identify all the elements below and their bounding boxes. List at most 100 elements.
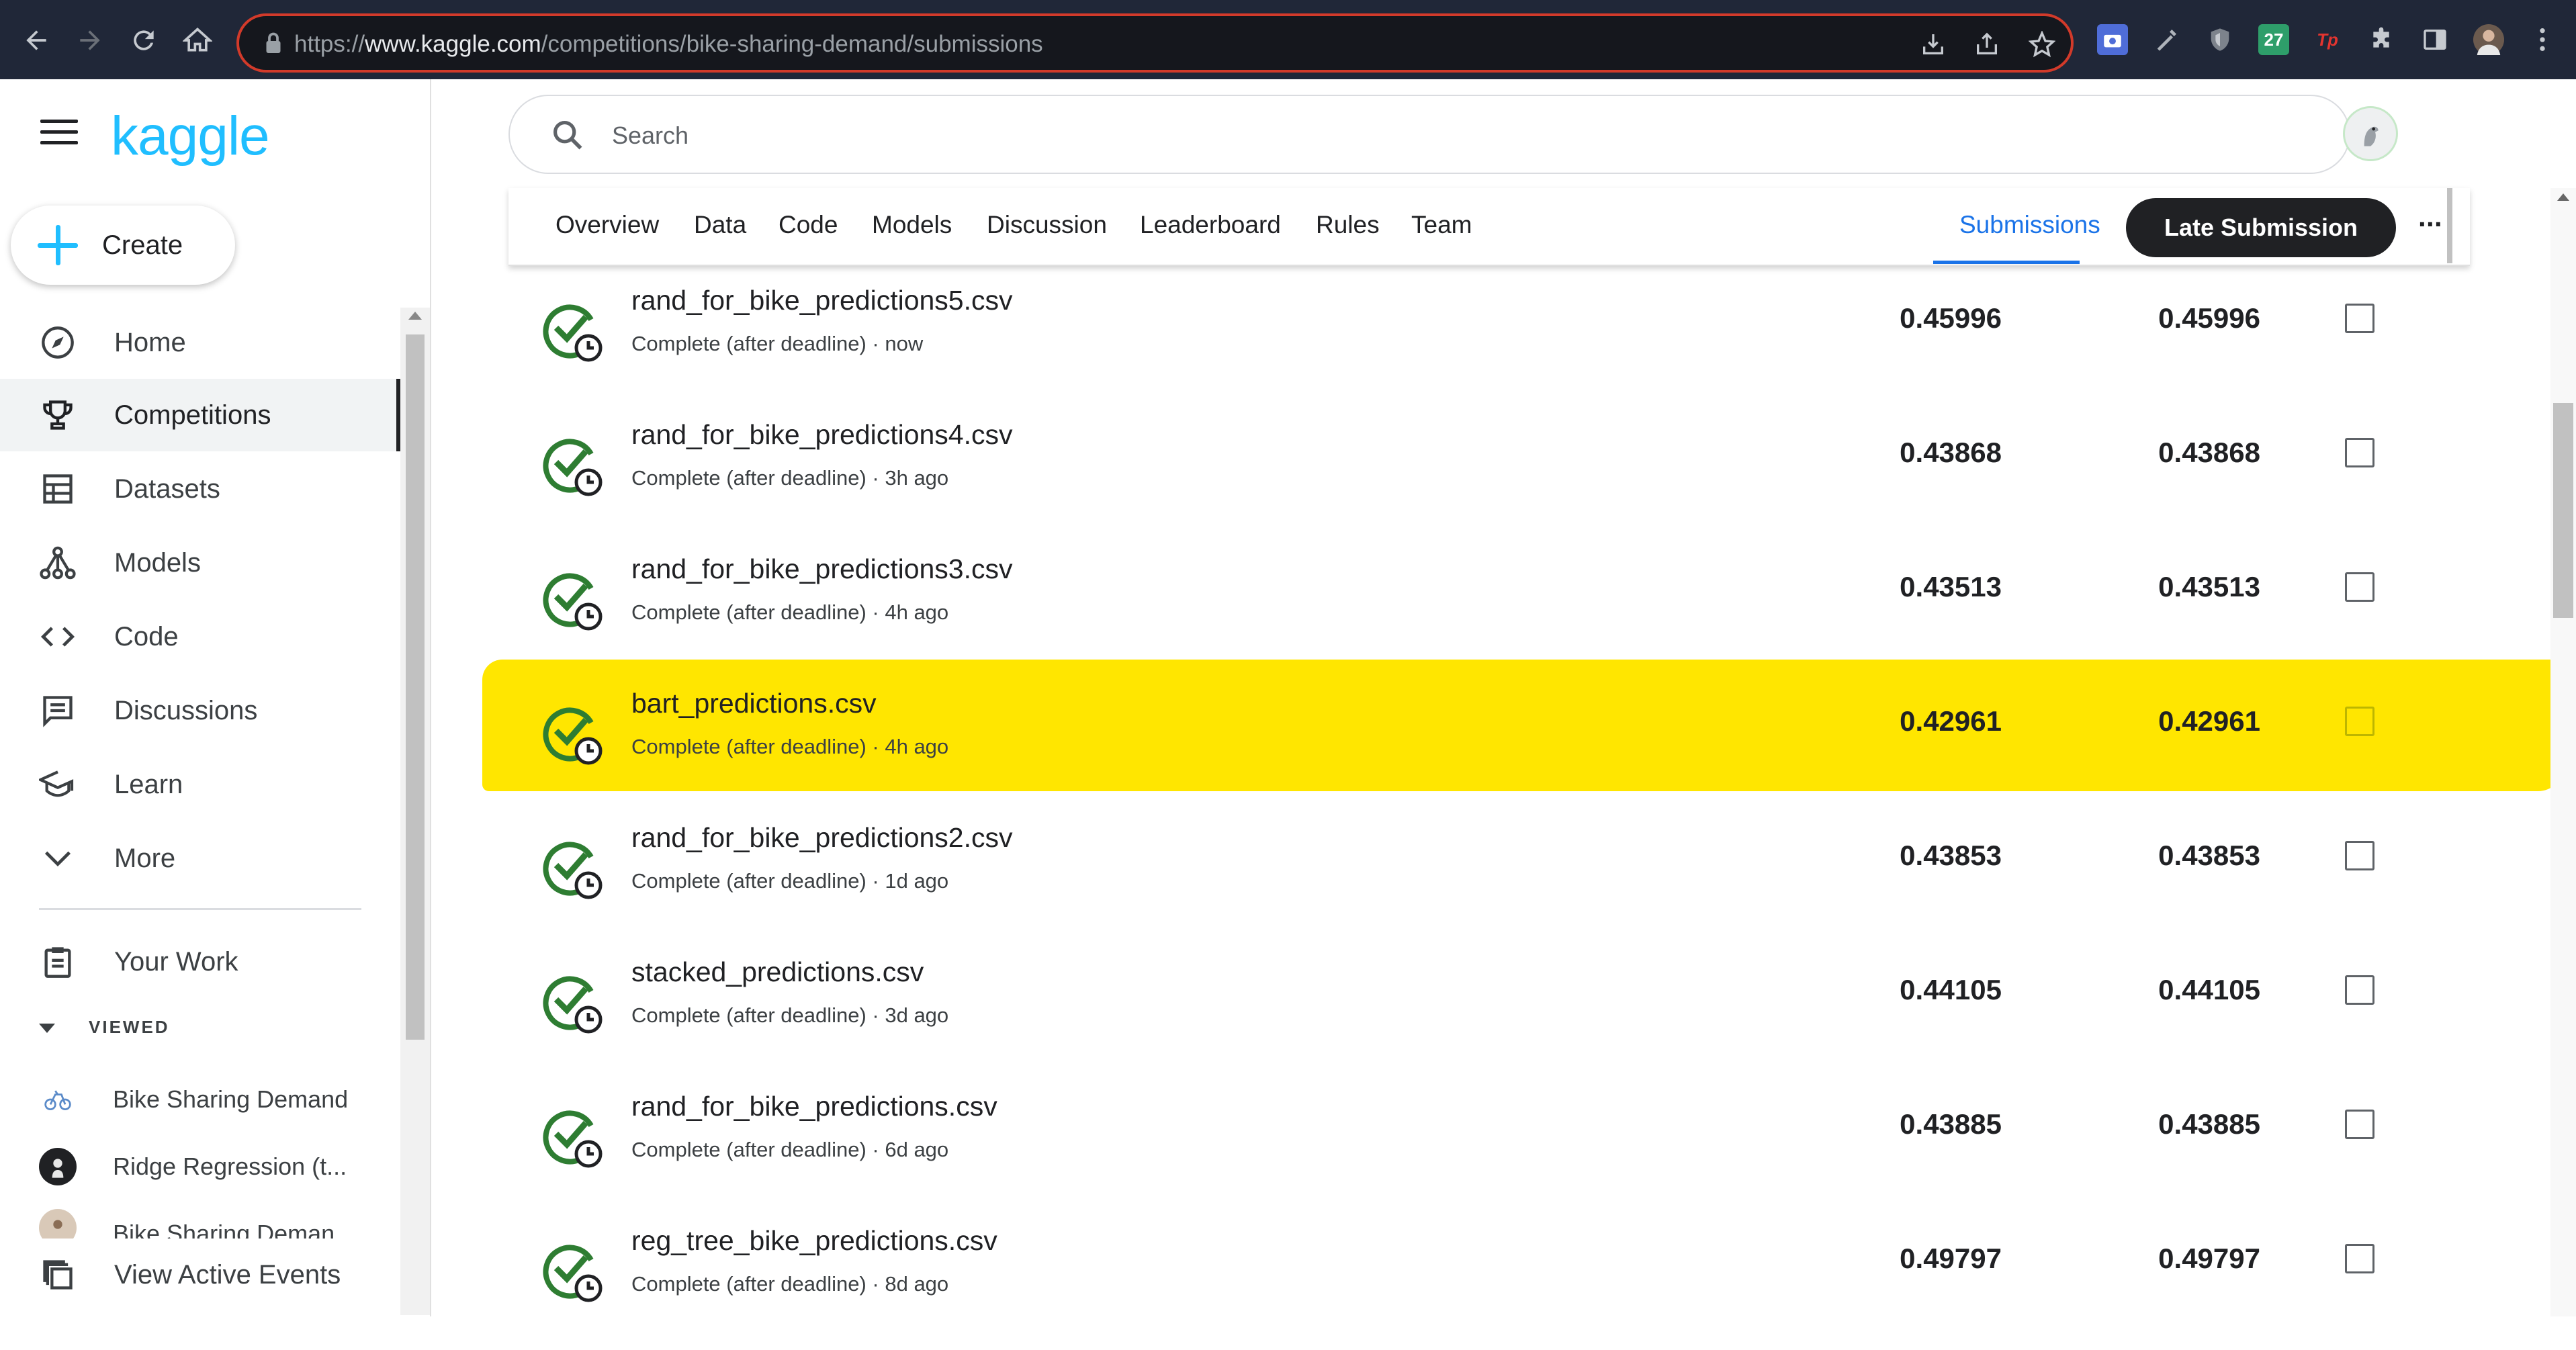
clipboard-icon [39,943,77,981]
select-checkbox[interactable] [2345,841,2374,870]
select-checkbox[interactable] [2345,1244,2374,1273]
create-button[interactable]: Create [11,206,235,285]
install-icon[interactable] [1918,30,1948,59]
select-checkbox[interactable] [2345,707,2374,736]
sidebar-item-competitions[interactable]: Competitions [0,379,400,451]
tab-code[interactable]: Code [779,211,838,239]
main-scrollbar[interactable] [2550,188,2576,1316]
sidebar-item-label: Discussions [114,695,258,725]
bird-avatar-icon [2364,126,2379,146]
tab-leaderboard[interactable]: Leaderboard [1140,211,1281,239]
sidebar-scroll-thumb[interactable] [406,334,425,1040]
browser-menu-icon[interactable] [2527,24,2558,55]
complete-check-clock-icon [543,573,603,631]
select-checkbox[interactable] [2345,975,2374,1005]
select-checkbox[interactable] [2345,438,2374,467]
sidebar-item-label: Competitions [114,400,271,430]
sidebar-item-more[interactable]: More [0,822,400,895]
sidebar-item-learn[interactable]: Learn [0,748,400,821]
side-panel-icon[interactable] [2419,24,2450,55]
submission-filename[interactable]: stacked_predictions.csv [631,956,924,988]
submission-status: Complete (after deadline) · 4h ago [631,600,949,624]
sidebar-item-models[interactable]: Models [0,527,400,599]
complete-check-clock-icon [543,1110,603,1168]
tab-discussion[interactable]: Discussion [987,211,1107,239]
tab-team[interactable]: Team [1411,211,1472,239]
sidebar-item-home[interactable]: Home [0,306,400,379]
private-score: 0.42961 [1900,705,2002,737]
submission-row[interactable]: stacked_predictions.csv Complete (after d… [524,947,2405,1081]
submission-filename[interactable]: rand_for_bike_predictions.csv [631,1091,997,1122]
search-bar[interactable] [508,95,2350,174]
tab-bar-scroll-edge [2447,188,2452,263]
browser-toolbar: https://www.kaggle.com/competitions/bike… [0,0,2576,79]
scroll-up-arrow-icon[interactable] [2557,193,2569,201]
share-icon[interactable] [1972,30,2002,59]
submission-filename[interactable]: rand_for_bike_predictions2.csv [631,822,1013,854]
sidebar-item-datasets[interactable]: Datasets [0,453,400,525]
submission-row[interactable]: rand_for_bike_predictions2.csv Complete (… [524,813,2405,947]
pen-extension-icon[interactable] [2151,24,2182,55]
submission-filename[interactable]: bart_predictions.csv [631,688,877,719]
tab-submissions[interactable]: Submissions [1959,211,2100,239]
table-icon [39,470,77,508]
reload-button[interactable] [117,17,171,64]
address-bar[interactable]: https://www.kaggle.com/competitions/bike… [236,13,2074,73]
submission-row[interactable]: bart_predictions.csv Complete (after dead… [524,678,2405,813]
viewed-item-ridge-regression[interactable]: Ridge Regression (t... [0,1136,400,1197]
private-score: 0.43513 [1900,571,2002,602]
school-icon [39,766,77,803]
tab-rules[interactable]: Rules [1316,211,1380,239]
complete-check-clock-icon [543,707,603,765]
more-options-icon[interactable]: ··· [2418,208,2444,240]
select-checkbox[interactable] [2345,1110,2374,1139]
submission-filename[interactable]: rand_for_bike_predictions4.csv [631,419,1013,451]
sidebar-item-code[interactable]: Code [0,600,400,673]
private-score: 0.44105 [1900,974,2002,1005]
submission-status: Complete (after deadline) · 6d ago [631,1138,949,1161]
calendar-extension-icon[interactable]: 27 [2258,24,2289,55]
code-icon [39,618,77,656]
sidebar-item-view-active-events[interactable]: View Active Events [0,1239,400,1311]
submission-row[interactable]: rand_for_bike_predictions5.csv Complete (… [524,275,2405,410]
home-button[interactable] [171,17,224,64]
forward-arrow-icon [80,30,100,50]
hamburger-menu-icon[interactable] [40,120,78,146]
private-score: 0.43868 [1900,437,2002,468]
sidebar-item-discussions[interactable]: Discussions [0,674,400,747]
profile-avatar-icon[interactable] [2473,24,2504,55]
late-submission-button[interactable]: Late Submission [2126,198,2396,257]
tab-data[interactable]: Data [694,211,746,239]
scroll-up-arrow-icon[interactable] [408,312,422,320]
public-score: 0.43853 [2158,840,2260,871]
submission-row[interactable]: rand_for_bike_predictions3.csv Complete (… [524,544,2405,678]
sidebar-item-your-work[interactable]: Your Work [0,926,400,998]
kaggle-logo[interactable]: kaggle [111,105,270,168]
search-input[interactable] [611,116,2225,155]
forward-button[interactable] [63,17,117,64]
tab-overview[interactable]: Overview [556,211,659,239]
select-checkbox[interactable] [2345,304,2374,333]
submission-row[interactable]: reg_tree_bike_predictions.csv Complete (a… [524,1216,2405,1350]
viewed-item-bike-sharing-demand[interactable]: Bike Sharing Demand [0,1069,400,1130]
tp-extension-icon[interactable]: Tp [2312,24,2343,55]
bookmark-star-icon[interactable] [2027,30,2057,59]
submission-row[interactable]: rand_for_bike_predictions.csv Complete (a… [524,1081,2405,1216]
lock-icon [266,32,281,53]
tab-models[interactable]: Models [872,211,952,239]
back-button[interactable] [9,17,63,64]
main-scroll-thumb[interactable] [2553,403,2573,618]
submission-filename[interactable]: reg_tree_bike_predictions.csv [631,1225,997,1257]
sidebar-item-label: View Active Events [114,1259,341,1290]
user-avatar[interactable] [2343,106,2398,161]
select-checkbox[interactable] [2345,572,2374,602]
submission-row[interactable]: rand_for_bike_predictions4.csv Complete (… [524,410,2405,544]
submission-filename[interactable]: rand_for_bike_predictions3.csv [631,553,1013,585]
camera-extension-icon[interactable] [2097,24,2128,55]
submission-status: Complete (after deadline) · 4h ago [631,735,949,758]
puzzle-extensions-icon[interactable] [2366,24,2397,55]
submission-filename[interactable]: rand_for_bike_predictions5.csv [631,285,1013,316]
viewed-section-header[interactable]: VIEWED [39,1017,170,1038]
shield-extension-icon[interactable] [2205,24,2235,55]
sidebar-scrollbar[interactable] [400,308,430,1315]
